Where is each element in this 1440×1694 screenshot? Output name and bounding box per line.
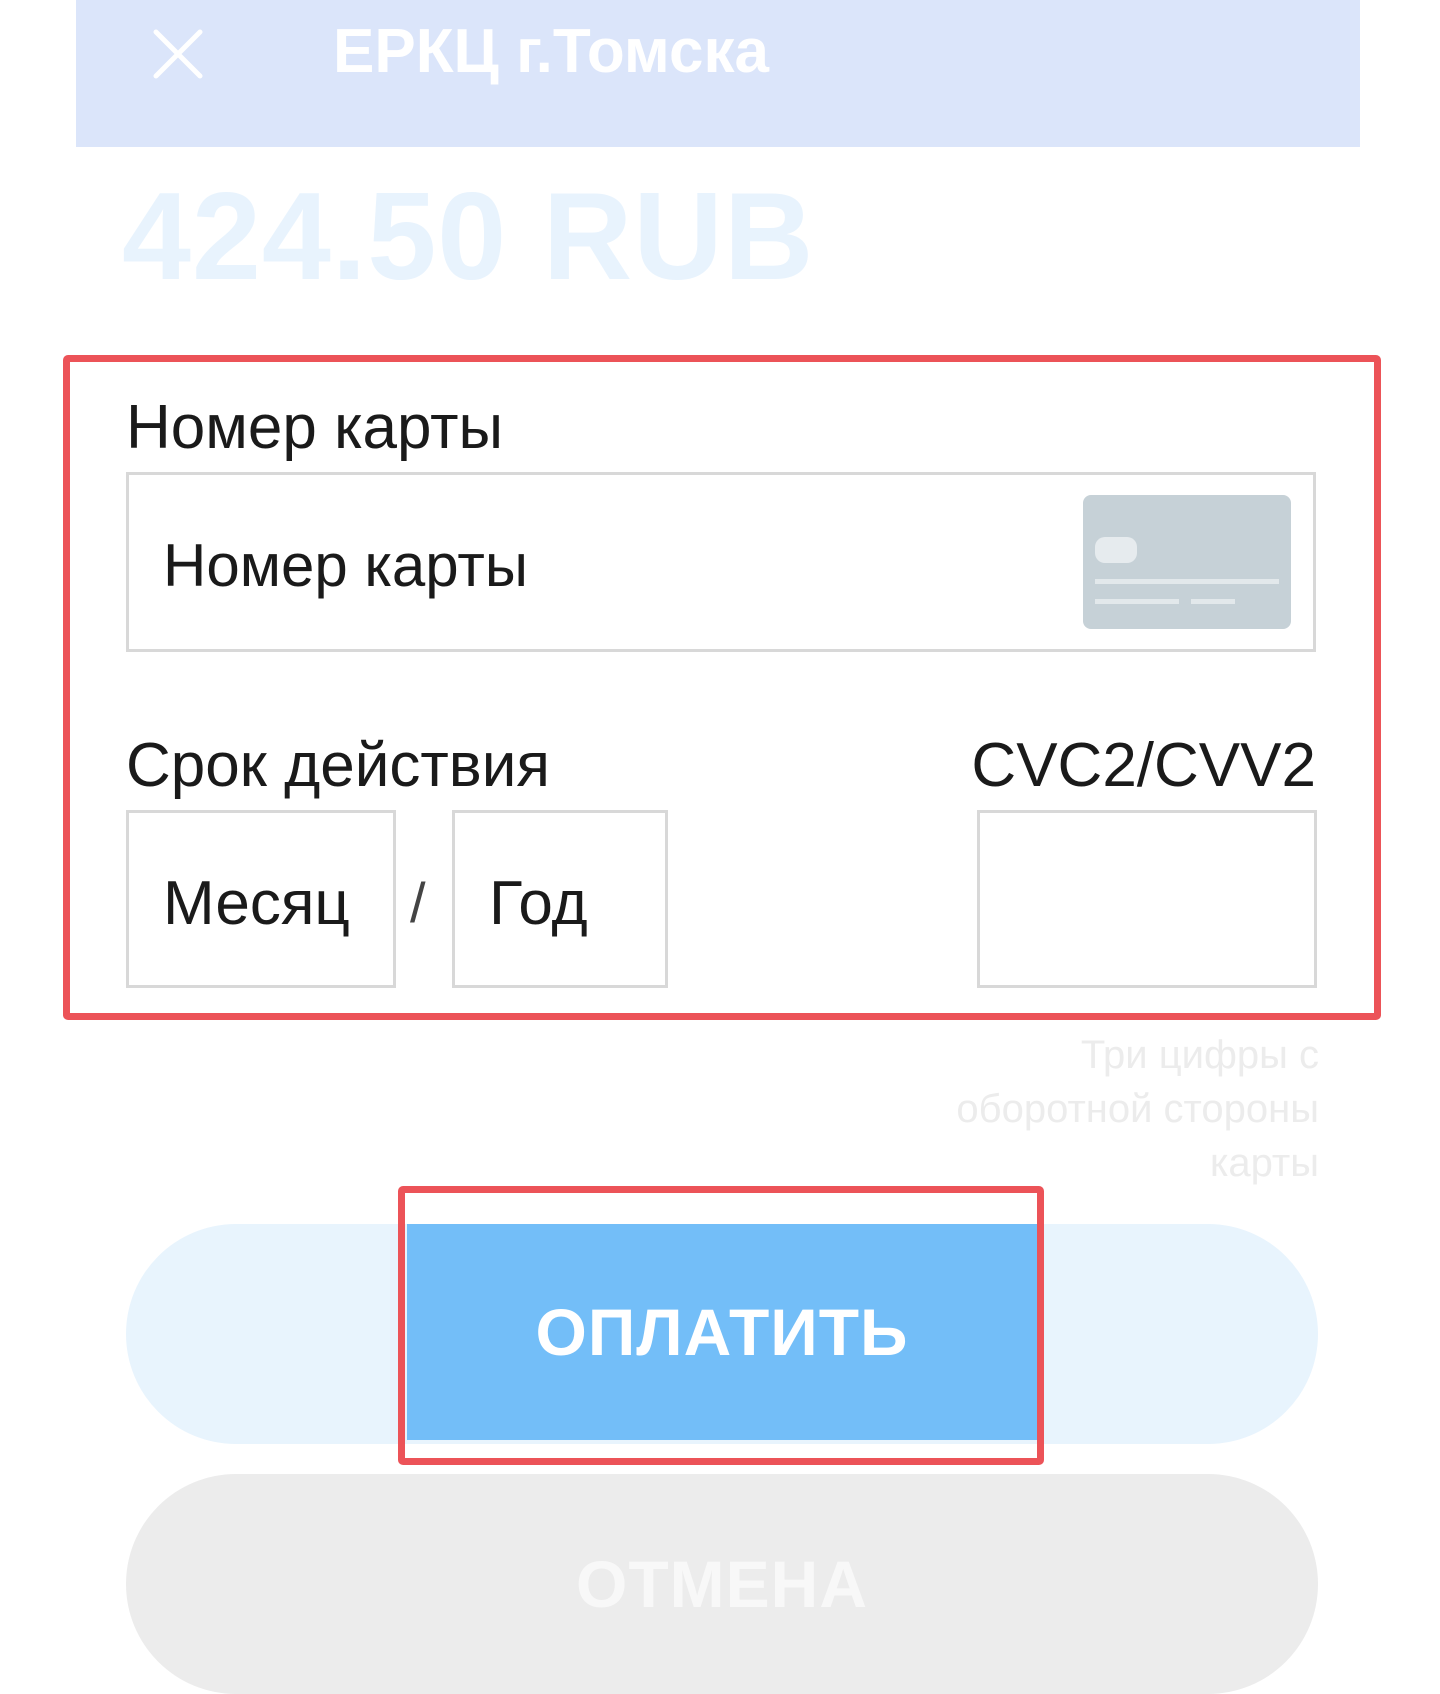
payment-amount: 424.50 RUB (122, 168, 815, 306)
merchant-title: ЕРКЦ г.Томска (333, 17, 769, 86)
cvc-hint-line: карты (1209, 1141, 1319, 1185)
cvc-label: CVC2/CVV2 (971, 731, 1316, 800)
expiry-separator: / (410, 871, 426, 934)
expiry-year-input[interactable]: Год (452, 810, 668, 988)
header-bar: ЕРКЦ г.Томска (76, 0, 1360, 147)
cvc-hint-line: Три цифры с (1080, 1033, 1319, 1077)
expiry-year-placeholder: Год (489, 869, 588, 938)
card-number-label: Номер карты (126, 393, 504, 462)
cvc-hint-line: оборотной стороны (956, 1087, 1319, 1131)
expiry-month-placeholder: Месяц (163, 869, 350, 938)
cancel-button[interactable]: ОТМЕНА (126, 1474, 1318, 1694)
expiry-label: Срок действия (126, 731, 550, 800)
cvc-hint: Три цифры с оборотной стороны карты (899, 1028, 1319, 1190)
credit-card-icon (1083, 495, 1291, 629)
expiry-month-input[interactable]: Месяц (126, 810, 396, 988)
pay-button[interactable]: ОПЛАТИТЬ (407, 1224, 1037, 1440)
card-number-placeholder: Номер карты (163, 532, 528, 599)
card-number-input[interactable]: Номер карты (126, 472, 1316, 652)
cvc-input[interactable] (977, 810, 1317, 988)
close-icon[interactable] (148, 24, 208, 84)
